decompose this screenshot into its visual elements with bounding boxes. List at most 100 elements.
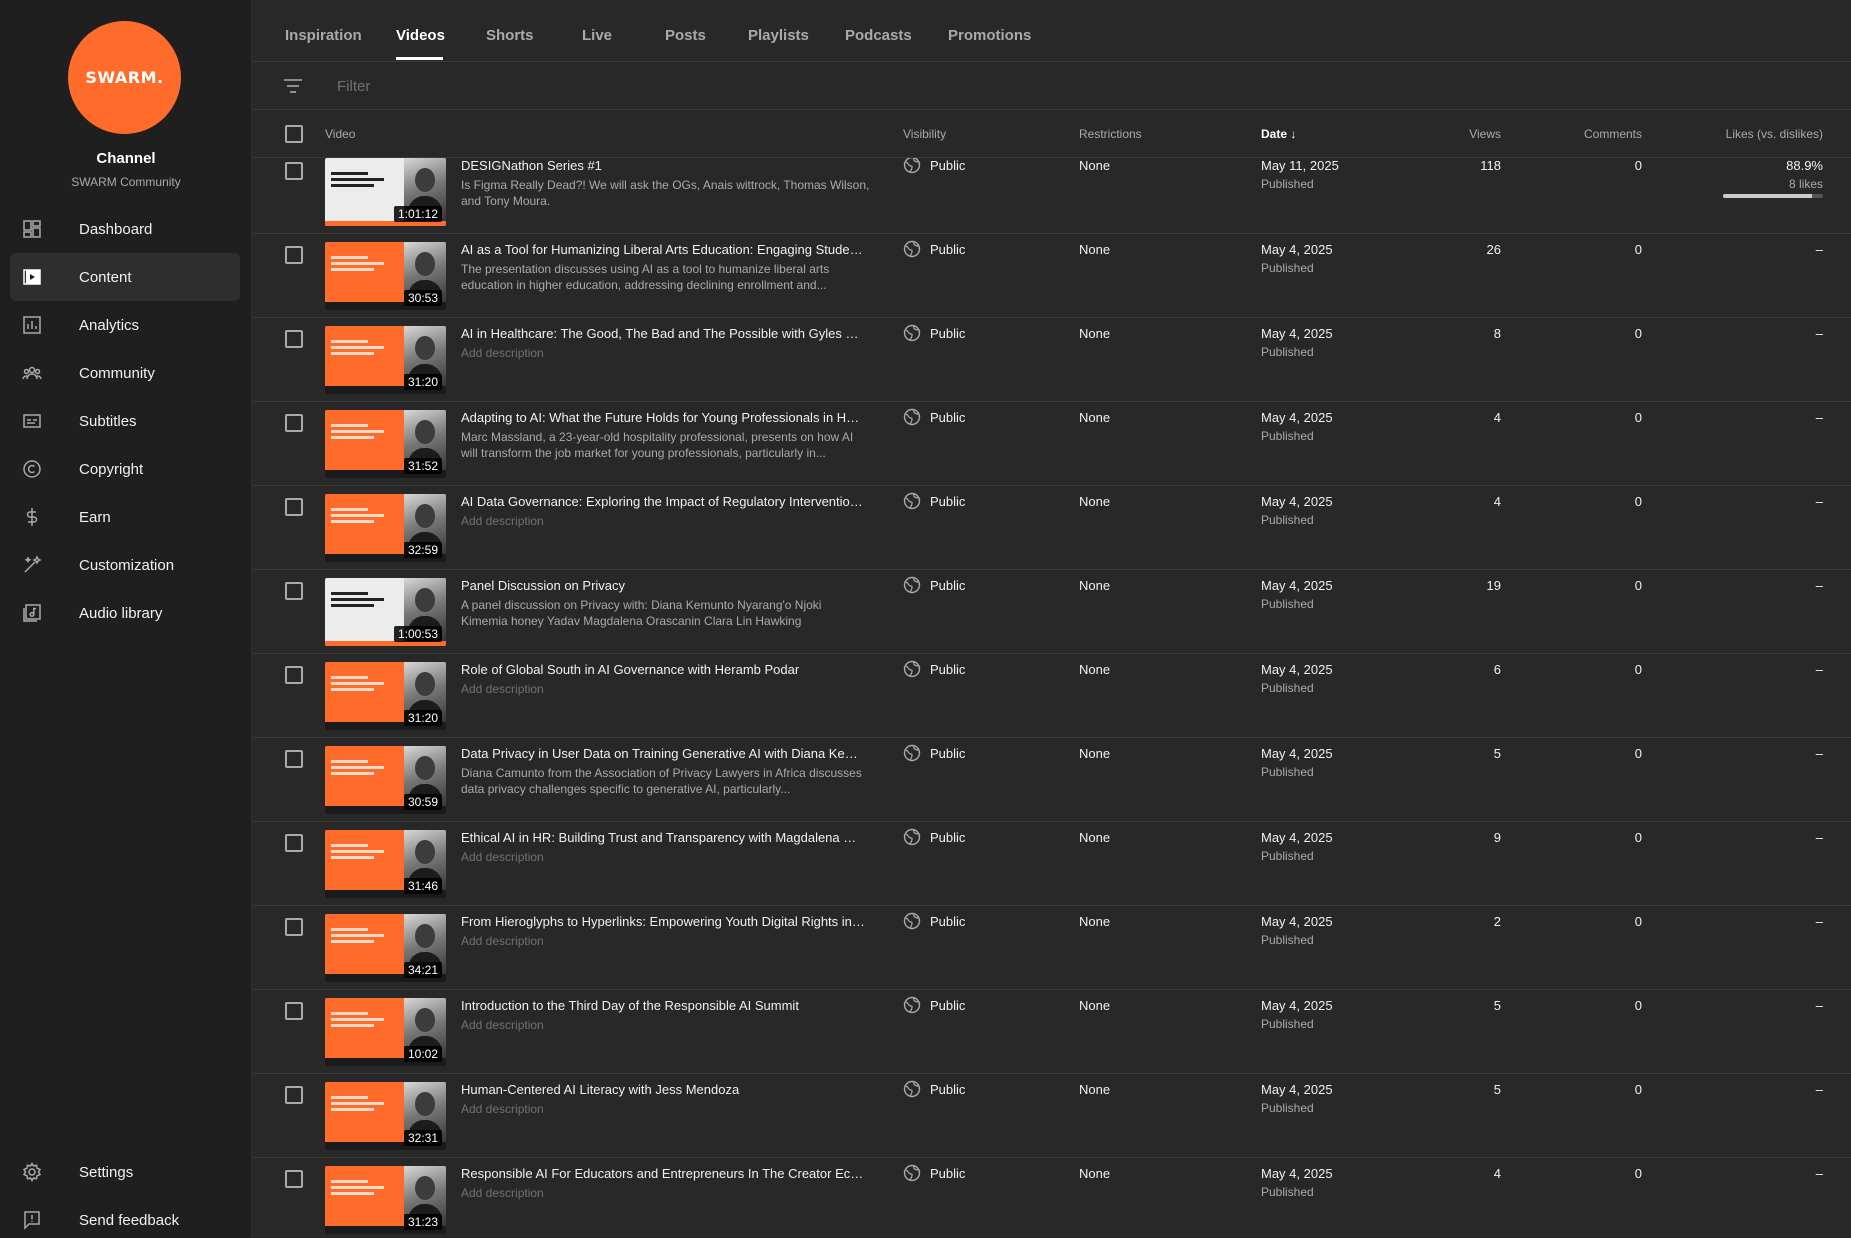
sidebar-item-copyright[interactable]: Copyright — [10, 445, 240, 493]
video-title[interactable]: Adapting to AI: What the Future Holds fo… — [461, 410, 866, 425]
table-row[interactable]: 1:01:12 DESIGNathon Series #1 Is Figma R… — [253, 158, 1851, 234]
tab-playlists[interactable]: Playlists — [748, 27, 809, 44]
table-row[interactable]: 31:20 Role of Global South in AI Governa… — [253, 654, 1851, 738]
tab-inspiration[interactable]: Inspiration — [285, 27, 362, 44]
row-checkbox[interactable] — [285, 582, 303, 600]
visibility-value[interactable]: Public — [930, 242, 965, 257]
video-title[interactable]: From Hieroglyphs to Hyperlinks: Empoweri… — [461, 914, 866, 929]
video-thumbnail[interactable]: 31:23 — [325, 1166, 446, 1234]
visibility-value[interactable]: Public — [930, 746, 965, 761]
video-thumbnail[interactable]: 1:00:53 — [325, 578, 446, 646]
video-title[interactable]: AI Data Governance: Exploring the Impact… — [461, 494, 866, 509]
table-row[interactable]: 31:23 Responsible AI For Educators and E… — [253, 1158, 1851, 1238]
row-checkbox[interactable] — [285, 1170, 303, 1188]
video-title[interactable]: Role of Global South in AI Governance wi… — [461, 662, 866, 677]
column-comments: Comments — [1583, 127, 1642, 141]
thumbnail-title-lines — [331, 256, 393, 274]
visibility-value[interactable]: Public — [930, 410, 965, 425]
table-row[interactable]: 34:21 From Hieroglyphs to Hyperlinks: Em… — [253, 906, 1851, 990]
globe-icon — [903, 158, 921, 174]
row-checkbox[interactable] — [285, 414, 303, 432]
video-thumbnail[interactable]: 31:52 — [325, 410, 446, 478]
row-checkbox[interactable] — [285, 1002, 303, 1020]
visibility-value[interactable]: Public — [930, 326, 965, 341]
table-row[interactable]: 31:52 Adapting to AI: What the Future Ho… — [253, 402, 1851, 486]
visibility-value[interactable]: Public — [930, 578, 965, 593]
sidebar-item-customization[interactable]: Customization — [10, 541, 240, 589]
visibility-value[interactable]: Public — [930, 494, 965, 509]
sidebar-item-settings[interactable]: Settings — [10, 1148, 240, 1196]
table-row[interactable]: 1:00:53 Panel Discussion on Privacy A pa… — [253, 570, 1851, 654]
channel-name: SWARM Community — [71, 175, 181, 189]
select-all-checkbox[interactable] — [285, 125, 303, 143]
channel-avatar[interactable]: SWARM. — [68, 21, 181, 134]
video-thumbnail[interactable]: 30:53 — [325, 242, 446, 310]
row-checkbox[interactable] — [285, 750, 303, 768]
table-row[interactable]: 31:46 Ethical AI in HR: Building Trust a… — [253, 822, 1851, 906]
table-row[interactable]: 32:59 AI Data Governance: Exploring the … — [253, 486, 1851, 570]
row-checkbox[interactable] — [285, 666, 303, 684]
video-description: Add description — [461, 850, 544, 864]
row-checkbox[interactable] — [285, 246, 303, 264]
video-title[interactable]: Responsible AI For Educators and Entrepr… — [461, 1166, 866, 1181]
tab-posts[interactable]: Posts — [665, 27, 706, 44]
row-checkbox[interactable] — [285, 834, 303, 852]
likes-value: – — [1815, 662, 1823, 677]
tab-live[interactable]: Live — [582, 27, 612, 44]
video-thumbnail[interactable]: 31:20 — [325, 662, 446, 730]
row-checkbox[interactable] — [285, 918, 303, 936]
video-thumbnail[interactable]: 31:20 — [325, 326, 446, 394]
column-date[interactable]: Date ↓ — [1261, 127, 1296, 141]
globe-icon — [903, 576, 921, 594]
tab-shorts[interactable]: Shorts — [486, 27, 534, 44]
tab-videos[interactable]: Videos — [396, 27, 445, 44]
video-thumbnail[interactable]: 32:31 — [325, 1082, 446, 1150]
video-thumbnail[interactable]: 32:59 — [325, 494, 446, 562]
visibility-value[interactable]: Public — [930, 830, 965, 845]
visibility-value[interactable]: Public — [930, 1082, 965, 1097]
sidebar-item-analytics[interactable]: Analytics — [10, 301, 240, 349]
visibility-value[interactable]: Public — [930, 662, 965, 677]
globe-icon — [903, 492, 921, 510]
video-title[interactable]: Ethical AI in HR: Building Trust and Tra… — [461, 830, 866, 845]
sidebar-item-content[interactable]: Content — [10, 253, 240, 301]
video-thumbnail[interactable]: 10:02 — [325, 998, 446, 1066]
video-thumbnail[interactable]: 30:59 — [325, 746, 446, 814]
visibility-value[interactable]: Public — [930, 1166, 965, 1181]
visibility-value[interactable]: Public — [930, 998, 965, 1013]
table-row[interactable]: 30:53 AI as a Tool for Humanizing Libera… — [253, 234, 1851, 318]
row-checkbox[interactable] — [285, 498, 303, 516]
filter-icon[interactable] — [283, 77, 303, 95]
video-title[interactable]: DESIGNathon Series #1 — [461, 158, 866, 173]
row-checkbox[interactable] — [285, 1086, 303, 1104]
sidebar-item-dashboard[interactable]: Dashboard — [10, 205, 240, 253]
sidebar-item-earn[interactable]: Earn — [10, 493, 240, 541]
filter-input[interactable] — [337, 78, 737, 95]
sidebar-item-send-feedback[interactable]: Send feedback — [10, 1196, 240, 1238]
video-title[interactable]: Data Privacy in User Data on Training Ge… — [461, 746, 866, 761]
row-checkbox[interactable] — [285, 162, 303, 180]
video-duration: 34:21 — [403, 962, 442, 978]
video-thumbnail[interactable]: 34:21 — [325, 914, 446, 982]
publish-status: Published — [1261, 849, 1314, 863]
video-title[interactable]: AI as a Tool for Humanizing Liberal Arts… — [461, 242, 866, 257]
table-row[interactable]: 32:31 Human-Centered AI Literacy with Je… — [253, 1074, 1851, 1158]
visibility-value[interactable]: Public — [930, 158, 965, 173]
sidebar-item-community[interactable]: Community — [10, 349, 240, 397]
tab-podcasts[interactable]: Podcasts — [845, 27, 912, 44]
video-title[interactable]: AI in Healthcare: The Good, The Bad and … — [461, 326, 866, 341]
video-thumbnail[interactable]: 1:01:12 — [325, 158, 446, 226]
row-checkbox[interactable] — [285, 330, 303, 348]
video-title[interactable]: Human-Centered AI Literacy with Jess Men… — [461, 1082, 866, 1097]
sidebar-item-subtitles[interactable]: Subtitles — [10, 397, 240, 445]
sidebar-item-audio-library[interactable]: Audio library — [10, 589, 240, 637]
video-thumbnail[interactable]: 31:46 — [325, 830, 446, 898]
tab-promotions[interactable]: Promotions — [948, 27, 1031, 44]
views-value: 19 — [1486, 578, 1501, 593]
video-title[interactable]: Introduction to the Third Day of the Res… — [461, 998, 866, 1013]
visibility-value[interactable]: Public — [930, 914, 965, 929]
table-row[interactable]: 10:02 Introduction to the Third Day of t… — [253, 990, 1851, 1074]
video-title[interactable]: Panel Discussion on Privacy — [461, 578, 866, 593]
table-row[interactable]: 31:20 AI in Healthcare: The Good, The Ba… — [253, 318, 1851, 402]
table-row[interactable]: 30:59 Data Privacy in User Data on Train… — [253, 738, 1851, 822]
